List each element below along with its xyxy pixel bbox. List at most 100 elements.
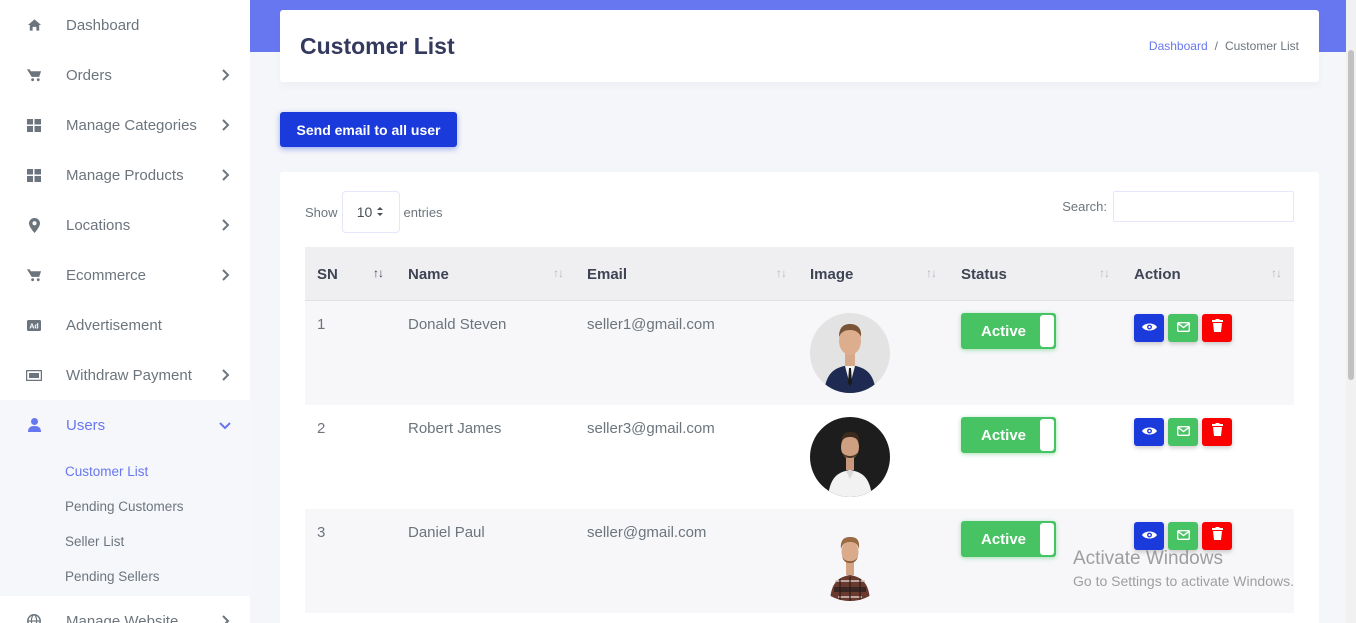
column-header-image[interactable]: Image — [810, 247, 853, 301]
send-email-all-button[interactable]: Send email to all user — [280, 112, 457, 147]
submenu-item-customer-list[interactable]: Customer List — [0, 454, 250, 489]
sidebar: Dashboard Orders Manage Categories Manag… — [0, 0, 250, 623]
toggle-knob — [1040, 523, 1054, 555]
table-row: 1 Donald Steven seller1@gmail.com Active — [305, 301, 1294, 405]
submenu-item-pending-customers[interactable]: Pending Customers — [0, 489, 250, 524]
sidebar-item-manage-website[interactable]: Manage Website — [0, 596, 250, 623]
row-actions — [1134, 522, 1232, 550]
sidebar-item-label: Advertisement — [66, 316, 162, 334]
breadcrumb: Dashboard / Customer List — [1149, 39, 1299, 53]
breadcrumb-dashboard-link[interactable]: Dashboard — [1149, 39, 1208, 53]
delete-button[interactable] — [1202, 522, 1232, 550]
search-input[interactable] — [1113, 191, 1294, 222]
cart-icon — [26, 267, 42, 283]
row-actions — [1134, 314, 1232, 342]
sort-asc-icon: ↑↓ — [373, 266, 384, 280]
cell-name: Robert James — [408, 420, 502, 437]
view-button[interactable] — [1134, 418, 1164, 446]
email-button[interactable] — [1168, 522, 1198, 550]
sidebar-item-label: Orders — [66, 66, 112, 84]
entries-select-value: 10 — [356, 204, 373, 220]
grid-icon — [26, 167, 42, 183]
home-icon — [26, 17, 42, 33]
trash-icon — [1211, 527, 1223, 545]
email-button[interactable] — [1168, 418, 1198, 446]
envelope-icon — [1176, 527, 1190, 545]
status-toggle[interactable]: Active — [961, 521, 1056, 557]
column-header-name[interactable]: Name — [408, 247, 449, 301]
sort-icon: ↑↓ — [926, 266, 937, 280]
sidebar-item-users[interactable]: Users — [0, 400, 250, 450]
sort-icon: ↑↓ — [1271, 266, 1282, 280]
view-button[interactable] — [1134, 522, 1164, 550]
status-toggle[interactable]: Active — [961, 417, 1056, 453]
select-arrows-icon — [376, 204, 384, 220]
status-toggle[interactable]: Active — [961, 313, 1056, 349]
sidebar-item-manage-categories[interactable]: Manage Categories — [0, 100, 250, 150]
money-icon — [26, 367, 42, 383]
entries-select[interactable]: 10 — [341, 191, 400, 233]
sidebar-item-orders[interactable]: Orders — [0, 50, 250, 100]
customer-avatar — [810, 521, 890, 601]
sort-icon: ↑↓ — [776, 266, 787, 280]
activate-windows-watermark: Activate Windows Go to Settings to activ… — [1073, 548, 1294, 589]
sidebar-item-dashboard[interactable]: Dashboard — [0, 0, 250, 50]
chevron-right-icon — [218, 268, 232, 282]
envelope-icon — [1176, 423, 1190, 441]
watermark-title: Activate Windows — [1073, 548, 1223, 569]
toggle-knob — [1040, 315, 1054, 347]
entries-label: entries — [403, 204, 443, 220]
status-label: Active — [981, 530, 1027, 548]
cell-email: seller1@gmail.com — [587, 316, 715, 333]
cell-name: Daniel Paul — [408, 524, 485, 541]
cell-email: seller3@gmail.com — [587, 420, 715, 437]
section-header: Customer List Dashboard / Customer List — [280, 10, 1319, 82]
chevron-right-icon — [218, 118, 232, 132]
status-label: Active — [981, 426, 1027, 444]
show-label: Show — [305, 204, 338, 220]
breadcrumb-separator: / — [1214, 39, 1218, 53]
eye-icon — [1141, 527, 1157, 545]
delete-button[interactable] — [1202, 314, 1232, 342]
globe-icon — [26, 613, 42, 623]
status-label: Active — [981, 322, 1027, 340]
sort-icon: ↑↓ — [1099, 266, 1110, 280]
chevron-down-icon — [218, 418, 232, 432]
table-row: 2 Robert James seller3@gmail.com Active — [305, 405, 1294, 509]
chevron-right-icon — [218, 68, 232, 82]
grid-icon — [26, 117, 42, 133]
column-header-action[interactable]: Action — [1134, 247, 1181, 301]
column-header-email[interactable]: Email — [587, 247, 627, 301]
column-header-status[interactable]: Status — [961, 247, 1007, 301]
watermark-subtitle: Go to Settings to activate Windows. — [1073, 573, 1294, 589]
email-button[interactable] — [1168, 314, 1198, 342]
sidebar-item-label: Dashboard — [66, 16, 140, 34]
sidebar-item-label: Withdraw Payment — [66, 366, 192, 384]
chevron-right-icon — [218, 368, 232, 382]
envelope-icon — [1176, 319, 1190, 337]
cell-sn: 3 — [317, 524, 326, 541]
user-icon — [26, 417, 42, 433]
search-label: Search: — [1062, 199, 1107, 214]
submenu-item-seller-list[interactable]: Seller List — [0, 524, 250, 559]
sidebar-item-manage-products[interactable]: Manage Products — [0, 150, 250, 200]
page-scrollbar[interactable] — [1346, 0, 1356, 623]
sidebar-item-advertisement[interactable]: Ad Advertisement — [0, 300, 250, 350]
eye-icon — [1141, 423, 1157, 441]
row-actions — [1134, 418, 1232, 446]
delete-button[interactable] — [1202, 418, 1232, 446]
sidebar-item-label: Manage Products — [66, 166, 184, 184]
cell-sn: 1 — [317, 316, 326, 333]
sort-icon: ↑↓ — [553, 266, 564, 280]
sidebar-item-withdraw-payment[interactable]: Withdraw Payment — [0, 350, 250, 400]
column-header-sn[interactable]: SN — [317, 247, 338, 301]
sidebar-item-ecommerce[interactable]: Ecommerce — [0, 250, 250, 300]
view-button[interactable] — [1134, 314, 1164, 342]
sidebar-item-locations[interactable]: Locations — [0, 200, 250, 250]
eye-icon — [1141, 319, 1157, 337]
users-submenu: Customer List Pending Customers Seller L… — [0, 450, 250, 596]
scrollbar-thumb[interactable] — [1348, 50, 1354, 380]
submenu-item-pending-sellers[interactable]: Pending Sellers — [0, 559, 250, 594]
svg-text:Ad: Ad — [29, 323, 38, 330]
cell-sn: 2 — [317, 420, 326, 437]
